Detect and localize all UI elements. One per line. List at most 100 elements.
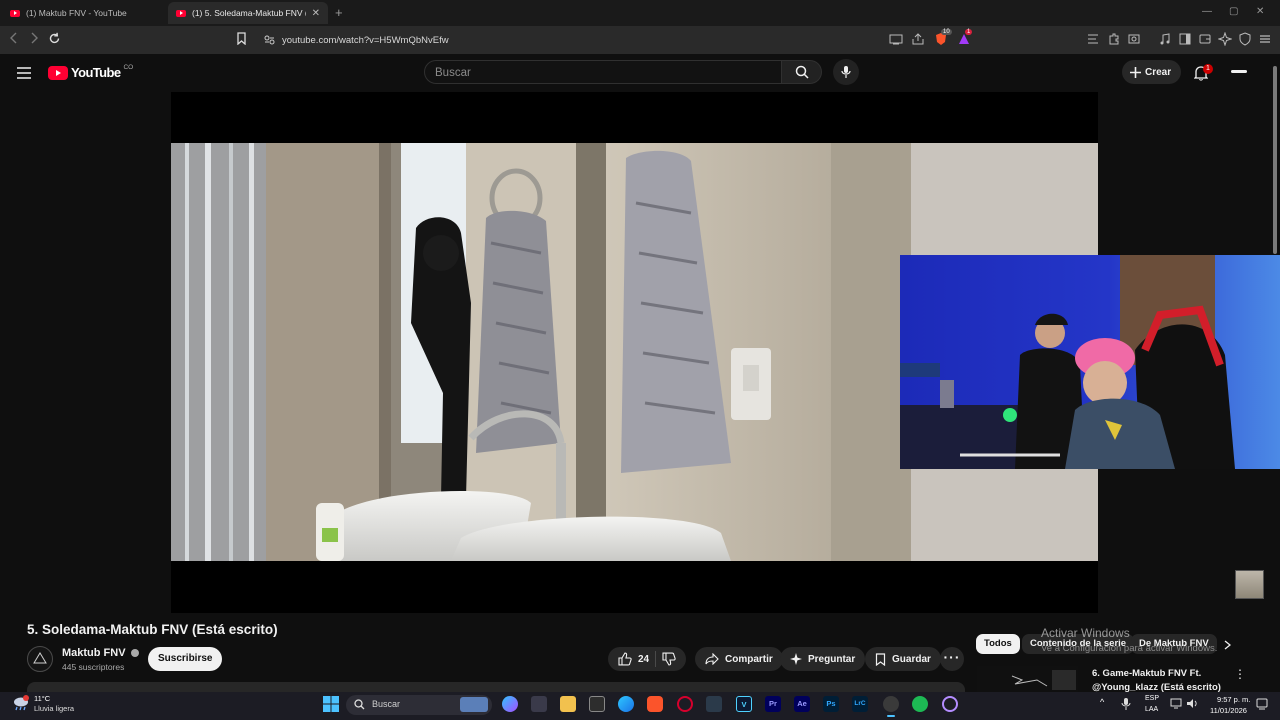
- menu-icon[interactable]: [1258, 32, 1272, 46]
- close-tab-icon[interactable]: ✕: [312, 8, 320, 19]
- subscribe-button[interactable]: Suscribirse: [148, 647, 223, 671]
- premiere-app-icon[interactable]: Pr: [765, 696, 781, 712]
- dislike-icon[interactable]: [662, 652, 676, 666]
- file-explorer-icon[interactable]: [560, 696, 576, 712]
- recommended-title[interactable]: 6. Game-Maktub FNV Ft.: [1092, 668, 1201, 679]
- bookmark-icon[interactable]: [236, 32, 247, 45]
- brave-browser-icon[interactable]: [647, 696, 663, 712]
- brave-rewards-icon[interactable]: 1: [957, 29, 973, 46]
- store-app-icon[interactable]: [531, 696, 547, 712]
- maximize-icon[interactable]: ▢: [1229, 6, 1238, 17]
- save-button[interactable]: Guardar: [865, 647, 941, 671]
- inkscape-app-icon[interactable]: [706, 696, 722, 712]
- photoshop-app-icon[interactable]: Ps: [823, 696, 839, 712]
- wallet-icon[interactable]: [1198, 32, 1212, 46]
- tray-mic-icon[interactable]: [1121, 697, 1131, 711]
- search-icon: [795, 65, 809, 79]
- minimize-icon[interactable]: —: [1202, 6, 1212, 17]
- taskbar-search-placeholder: Buscar: [372, 699, 401, 709]
- search-input[interactable]: Buscar: [424, 60, 782, 84]
- search-button[interactable]: [782, 60, 822, 84]
- cortana-app-icon[interactable]: [942, 696, 958, 712]
- activate-windows-heading: Activar Windows: [1041, 626, 1130, 640]
- reload-icon[interactable]: [48, 32, 61, 45]
- video-title: 5. Soledama-Maktub FNV (Está escrito): [27, 622, 278, 637]
- url-text[interactable]: youtube.com/watch?v=H5WmQbNvEfw: [282, 35, 449, 46]
- voice-search-button[interactable]: [833, 59, 859, 85]
- network-icon[interactable]: [1170, 698, 1182, 709]
- chevron-right-icon[interactable]: [1224, 640, 1231, 650]
- leo-ai-icon[interactable]: [1218, 32, 1232, 46]
- browser-tab[interactable]: (1) Maktub FNV - YouTube: [2, 2, 164, 24]
- ask-button[interactable]: Preguntar: [780, 647, 866, 671]
- description-box[interactable]: [27, 682, 965, 692]
- close-window-icon[interactable]: ✕: [1256, 6, 1264, 17]
- activate-windows-subtext: Ve a Configuración para activar Windows.: [1041, 643, 1218, 654]
- channel-avatar[interactable]: [27, 646, 53, 672]
- lightroom-app-icon[interactable]: LrC: [852, 696, 868, 712]
- opera-browser-icon[interactable]: [677, 696, 693, 712]
- vegas-app-icon[interactable]: V: [736, 696, 752, 712]
- share-page-icon[interactable]: [911, 32, 925, 46]
- volume-icon[interactable]: [1186, 698, 1198, 709]
- browser-tab-title: (1) Maktub FNV - YouTube: [26, 8, 127, 18]
- keyboard-layout[interactable]: LAA: [1145, 706, 1158, 713]
- obs-app-icon[interactable]: [883, 696, 899, 712]
- browser-tab-active[interactable]: (1) 5. Soledama-Maktub FNV (Es ✕: [168, 2, 328, 24]
- create-button[interactable]: Crear: [1122, 60, 1182, 84]
- windows-taskbar: [0, 692, 1280, 720]
- capcut-app-icon[interactable]: [589, 696, 605, 712]
- youtube-header: YouTube CO Buscar Crear: [0, 54, 1270, 92]
- weather-temperature[interactable]: 11°C: [34, 694, 50, 703]
- weather-description[interactable]: Lluvia ligera: [34, 704, 74, 713]
- clock-date[interactable]: 11/01/2026: [1210, 706, 1247, 715]
- after-effects-app-icon[interactable]: Ae: [794, 696, 810, 712]
- recommended-thumbnail[interactable]: [977, 666, 1078, 692]
- forward-icon[interactable]: [28, 32, 40, 44]
- clock-time[interactable]: 9:57 p. m.: [1217, 695, 1250, 704]
- webcam-image: [900, 255, 1280, 469]
- country-code: CO: [123, 64, 134, 71]
- back-icon[interactable]: [8, 32, 20, 44]
- browser-tab-strip: (1) Maktub FNV - YouTube (1) 5. Soledama…: [0, 0, 1280, 26]
- keyboard-language[interactable]: ESP: [1145, 695, 1159, 702]
- cast-icon[interactable]: [889, 32, 903, 46]
- music-icon[interactable]: [1158, 32, 1172, 46]
- plus-icon: [1130, 66, 1141, 78]
- like-count[interactable]: 24: [638, 654, 649, 665]
- site-settings-icon[interactable]: [264, 35, 275, 45]
- sidebar-toggle-icon[interactable]: [1178, 32, 1192, 46]
- channel-name-text[interactable]: Maktub FNV: [62, 647, 126, 659]
- spotify-app-icon[interactable]: [912, 696, 928, 712]
- brave-shields-icon[interactable]: 10: [934, 29, 952, 46]
- like-dislike-group: 24: [608, 647, 686, 671]
- new-tab-icon[interactable]: +: [335, 5, 343, 20]
- weather-icon[interactable]: [12, 695, 30, 711]
- youtube-logo[interactable]: YouTube CO: [48, 64, 134, 80]
- edge-browser-icon[interactable]: [618, 696, 634, 712]
- vpn-shield-icon[interactable]: [1238, 32, 1252, 46]
- tray-overflow-icon[interactable]: ^: [1100, 697, 1104, 707]
- like-divider: [655, 651, 657, 667]
- windows-start-icon[interactable]: [323, 696, 339, 712]
- search-highlight-image: [460, 697, 488, 712]
- share-button[interactable]: Compartir: [695, 647, 783, 671]
- notification-center-icon[interactable]: [1256, 698, 1268, 710]
- channel-name[interactable]: Maktub FNV: [62, 647, 139, 659]
- active-app-indicator: [887, 715, 895, 717]
- screenshot-icon[interactable]: [1127, 32, 1141, 46]
- puzzle-extensions-icon[interactable]: [1107, 32, 1121, 46]
- page-scrollbar-thumb[interactable]: [1273, 66, 1277, 254]
- recommended-more-icon[interactable]: ⋮: [1234, 667, 1246, 681]
- address-bar[interactable]: youtube.com/watch?v=H5WmQbNvEfw: [256, 30, 974, 50]
- account-avatar[interactable]: [1231, 70, 1247, 73]
- chip-all[interactable]: Todos: [976, 634, 1020, 654]
- like-icon[interactable]: [618, 652, 632, 666]
- extension-icon[interactable]: [1086, 32, 1100, 46]
- recommended-title-line2[interactable]: @Young_klazz (Está escrito): [1092, 682, 1221, 692]
- save-playlist-icon: [875, 652, 886, 666]
- miniplayer-thumbnail[interactable]: [1235, 570, 1264, 599]
- copilot-app-icon[interactable]: [502, 696, 518, 712]
- hamburger-menu-icon[interactable]: [17, 67, 31, 79]
- more-actions-button[interactable]: ···: [940, 647, 964, 671]
